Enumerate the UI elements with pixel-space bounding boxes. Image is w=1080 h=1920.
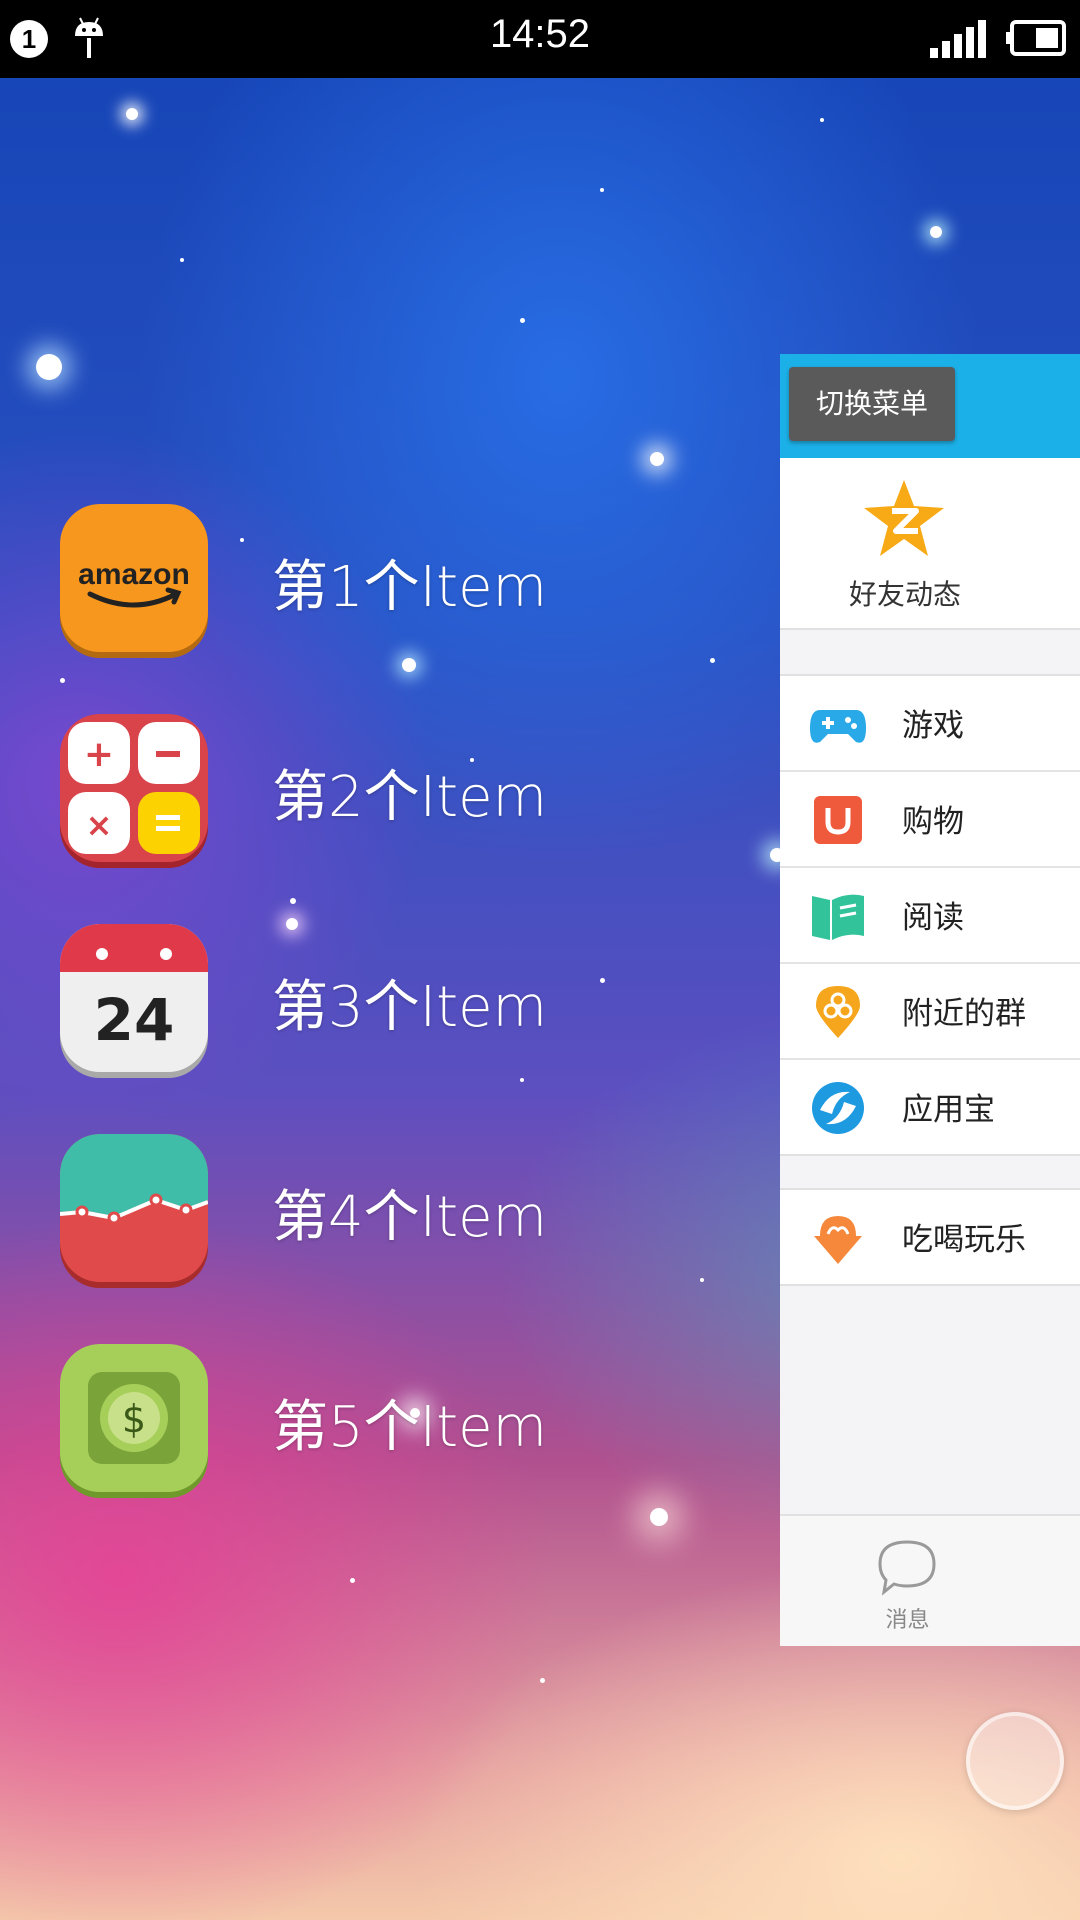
menu-label: 购物: [902, 804, 964, 840]
friend-feed-label: 好友动态: [848, 578, 961, 611]
menu-item-shopping[interactable]: 购物: [780, 772, 1080, 868]
menu-group-main: 游戏 购物 阅读 附近的群 应用宝: [780, 674, 1080, 1156]
item-label: 第3个Item: [272, 975, 548, 1040]
floating-assistive-button[interactable]: [966, 1712, 1064, 1810]
messages-tab[interactable]: 消息: [780, 1514, 1080, 1646]
item-label: 第5个Item: [272, 1395, 548, 1460]
menu-label: 阅读: [902, 900, 964, 936]
money-icon: $: [60, 1344, 208, 1492]
menu-label: 附近的群: [902, 996, 1026, 1032]
svg-text:$: $: [122, 1397, 146, 1441]
svg-text:×: ×: [86, 806, 113, 844]
shopping-icon: [814, 796, 862, 844]
menu-item-food-fun[interactable]: 吃喝玩乐: [780, 1190, 1080, 1284]
svg-text:+: +: [84, 734, 114, 775]
menu-label: 吃喝玩乐: [902, 1222, 1026, 1258]
item-label: 第1个Item: [272, 555, 548, 620]
book-icon: [812, 894, 864, 940]
menu-header: 切换菜单: [780, 354, 1080, 458]
switch-menu-button[interactable]: 切换菜单: [789, 367, 955, 441]
menu-item-reading[interactable]: 阅读: [780, 868, 1080, 964]
friend-feed-entry[interactable]: 好友动态: [780, 458, 1080, 630]
list-item[interactable]: + × 第2个Item: [60, 714, 660, 864]
list-item[interactable]: 24 第3个Item: [60, 924, 660, 1074]
calculator-icon: + ×: [60, 714, 208, 862]
item-label: 第2个Item: [272, 765, 548, 830]
item-label: 第4个Item: [272, 1185, 548, 1250]
app-store-icon: [812, 1082, 864, 1134]
list-item[interactable]: amazon 第1个Item: [60, 504, 660, 654]
battery-icon: [1006, 20, 1066, 56]
menu-group-secondary: 吃喝玩乐: [780, 1188, 1080, 1286]
menu-label: 应用宝: [902, 1092, 995, 1128]
status-bar: 1 14:52: [0, 0, 1080, 78]
qzone-star-icon: [864, 480, 944, 556]
amazon-icon: amazon: [60, 504, 208, 652]
side-menu: 切换菜单 好友动态 游戏 购物 阅读 附近的群 应用宝 吃喝玩乐 消息: [780, 354, 1080, 1646]
food-fun-icon: [814, 1216, 862, 1264]
chart-icon: [60, 1134, 208, 1282]
calendar-icon: 24: [60, 924, 208, 1072]
messages-label: 消息: [885, 1608, 930, 1633]
signal-icon: [930, 20, 986, 58]
nearby-group-icon: [816, 986, 860, 1038]
menu-item-nearby-groups[interactable]: 附近的群: [780, 964, 1080, 1060]
gamepad-icon: [810, 710, 866, 743]
menu-label: 游戏: [902, 708, 964, 744]
svg-text:24: 24: [94, 986, 175, 1054]
list-item[interactable]: 第4个Item: [60, 1134, 660, 1284]
list-item[interactable]: $ 第5个Item: [60, 1344, 660, 1494]
menu-item-app-store[interactable]: 应用宝: [780, 1060, 1080, 1154]
message-bubble-icon: [878, 1540, 936, 1596]
menu-item-games[interactable]: 游戏: [780, 676, 1080, 772]
status-time: 14:52: [489, 12, 591, 56]
svg-text:amazon: amazon: [78, 558, 190, 591]
